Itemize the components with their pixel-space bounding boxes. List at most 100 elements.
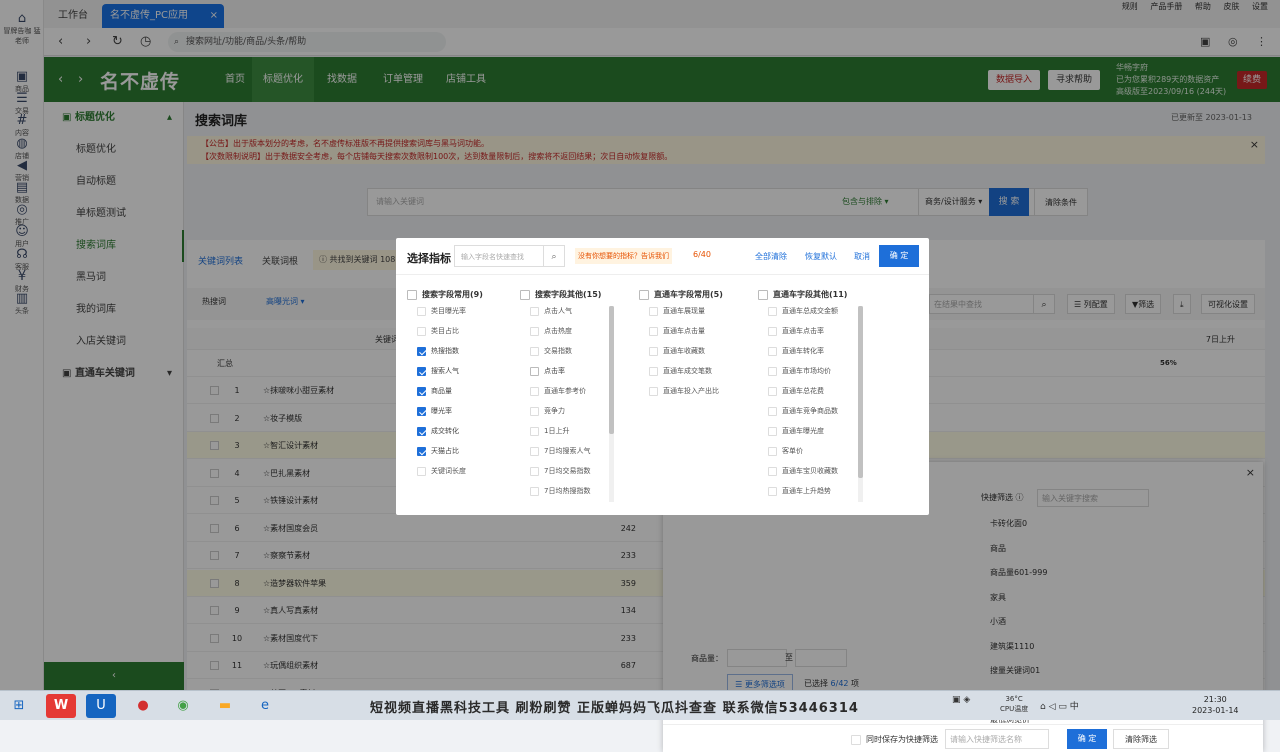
checkbox[interactable] xyxy=(417,406,426,416)
metric-option[interactable]: 点击人气 xyxy=(530,306,572,317)
network-icon[interactable]: ⌂ xyxy=(1040,702,1046,712)
metric-option[interactable]: 直通车曝光度 xyxy=(768,426,824,437)
column-header[interactable]: 直通车字段常用(5) xyxy=(639,289,723,300)
app-u-icon[interactable]: U xyxy=(86,694,116,718)
metric-option[interactable]: 成交转化 xyxy=(417,426,459,437)
checkbox[interactable] xyxy=(417,346,426,356)
metric-option[interactable]: 直通车点击量 xyxy=(649,326,705,337)
checkbox[interactable] xyxy=(530,446,539,456)
metric-option[interactable]: 类目曝光率 xyxy=(417,306,466,317)
metric-option[interactable]: 直通车宝贝收藏数 xyxy=(768,466,838,477)
battery-icon[interactable]: ▭ xyxy=(1058,702,1067,712)
cancel-link[interactable]: 取消 xyxy=(854,251,870,262)
column-header[interactable]: 直通车字段其他(11) xyxy=(758,289,847,300)
metric-option[interactable]: 直通车竞争商品数 xyxy=(768,406,838,417)
checkbox[interactable] xyxy=(417,446,426,456)
metric-option[interactable]: 直通车转化率 xyxy=(768,346,824,357)
checkbox[interactable] xyxy=(530,346,539,356)
save-quick-filter-checkbox[interactable]: 同时保存为快捷筛选 xyxy=(851,734,938,745)
ime-icon[interactable]: 中 xyxy=(1070,702,1079,712)
metric-option[interactable]: 直通车点击率 xyxy=(768,326,824,337)
checkbox[interactable] xyxy=(649,346,658,356)
checkbox[interactable] xyxy=(649,366,658,376)
metric-option[interactable]: 7日均搜索人气 xyxy=(530,446,590,457)
column-header[interactable]: 搜索字段常用(9) xyxy=(407,289,483,300)
scroll-thumb[interactable] xyxy=(858,306,863,478)
checkbox[interactable] xyxy=(649,386,658,396)
metric-option[interactable]: 7日均交易指数 xyxy=(530,466,590,477)
checkbox[interactable] xyxy=(407,289,417,300)
clock[interactable]: 21:30 2023-01-14 xyxy=(1192,694,1239,716)
checkbox[interactable] xyxy=(520,289,530,300)
wps-icon[interactable]: W xyxy=(46,694,76,718)
metric-option[interactable]: 直通车上升趋势 xyxy=(768,486,831,497)
feedback-tip[interactable]: 没有你想要的指标？告诉我们 xyxy=(575,248,672,264)
metric-option[interactable]: 直通车市场均价 xyxy=(768,366,831,377)
checkbox[interactable] xyxy=(768,306,777,316)
metric-option[interactable]: 交易指数 xyxy=(530,346,572,357)
confirm-button[interactable]: 确 定 xyxy=(879,245,919,267)
checkbox[interactable] xyxy=(768,426,777,436)
checkbox[interactable] xyxy=(417,466,426,476)
metric-option[interactable]: 直通车展现量 xyxy=(649,306,705,317)
checkbox[interactable] xyxy=(639,289,649,300)
metric-option[interactable]: 点击热度 xyxy=(530,326,572,337)
checkbox[interactable] xyxy=(530,486,539,496)
metric-option[interactable]: 类目占比 xyxy=(417,326,459,337)
checkbox[interactable] xyxy=(417,306,426,316)
column-header[interactable]: 搜索字段其他(15) xyxy=(520,289,601,300)
checkbox[interactable] xyxy=(758,289,768,300)
metric-option[interactable]: 点击率 xyxy=(530,366,565,377)
metric-option[interactable]: 直通车总成交金额 xyxy=(768,306,838,317)
checkbox[interactable] xyxy=(768,466,777,476)
checkbox[interactable] xyxy=(530,366,539,376)
folder-icon[interactable]: ▬ xyxy=(210,694,240,718)
restore-default-link[interactable]: 恢复默认 xyxy=(805,251,837,262)
search-icon[interactable]: ⌕ xyxy=(543,245,565,267)
metric-option[interactable]: 1日上升 xyxy=(530,426,569,437)
metric-option[interactable]: 搜索人气 xyxy=(417,366,459,377)
checkbox[interactable] xyxy=(417,426,426,436)
checkbox[interactable] xyxy=(768,346,777,356)
filter-ok-button[interactable]: 确 定 xyxy=(1067,729,1107,749)
scrollbar[interactable] xyxy=(858,306,863,502)
metric-option[interactable]: 直通车投入产出比 xyxy=(649,386,719,397)
checkbox[interactable] xyxy=(530,406,539,416)
metric-option[interactable]: 关键词长度 xyxy=(417,466,466,477)
checkbox[interactable] xyxy=(649,326,658,336)
metric-option[interactable]: 直通车收藏数 xyxy=(649,346,705,357)
record-icon[interactable]: ● xyxy=(128,694,158,718)
checkbox[interactable] xyxy=(768,386,777,396)
checkbox[interactable] xyxy=(530,306,539,316)
checkbox[interactable] xyxy=(530,326,539,336)
checkbox[interactable] xyxy=(768,326,777,336)
tray-app-icon[interactable]: ▣ xyxy=(952,695,961,705)
metric-option[interactable]: 商品量 xyxy=(417,386,452,397)
checkbox[interactable] xyxy=(417,366,426,376)
windows-start-icon[interactable]: ⊞ xyxy=(4,694,34,718)
checkbox[interactable] xyxy=(768,366,777,376)
metric-option[interactable]: 直通车成交笔数 xyxy=(649,366,712,377)
metric-option[interactable]: 热搜指数 xyxy=(417,346,459,357)
metric-option[interactable]: 天猫占比 xyxy=(417,446,459,457)
quick-filter-name-input[interactable]: 请输入快捷筛选名称 xyxy=(945,729,1049,749)
metric-option[interactable]: 竞争力 xyxy=(530,406,565,417)
clear-filter-button[interactable]: 清除筛选 xyxy=(1113,729,1169,749)
checkbox[interactable] xyxy=(417,386,426,396)
scroll-thumb[interactable] xyxy=(609,306,614,434)
checkbox[interactable] xyxy=(530,426,539,436)
clear-all-link[interactable]: 全部清除 xyxy=(755,251,787,262)
scrollbar[interactable] xyxy=(609,306,614,502)
ie-icon[interactable]: e xyxy=(250,694,280,718)
metric-option[interactable]: 曝光率 xyxy=(417,406,452,417)
checkbox[interactable] xyxy=(768,406,777,416)
volume-icon[interactable]: ◁ xyxy=(1049,702,1056,712)
checkbox[interactable] xyxy=(530,386,539,396)
checkbox[interactable] xyxy=(530,466,539,476)
checkbox[interactable] xyxy=(768,446,777,456)
checkbox[interactable] xyxy=(768,486,777,496)
metric-option[interactable]: 7日均热搜指数 xyxy=(530,486,590,497)
checkbox[interactable] xyxy=(649,306,658,316)
metric-option[interactable]: 直通车总花费 xyxy=(768,386,824,397)
checkbox[interactable] xyxy=(851,734,861,745)
